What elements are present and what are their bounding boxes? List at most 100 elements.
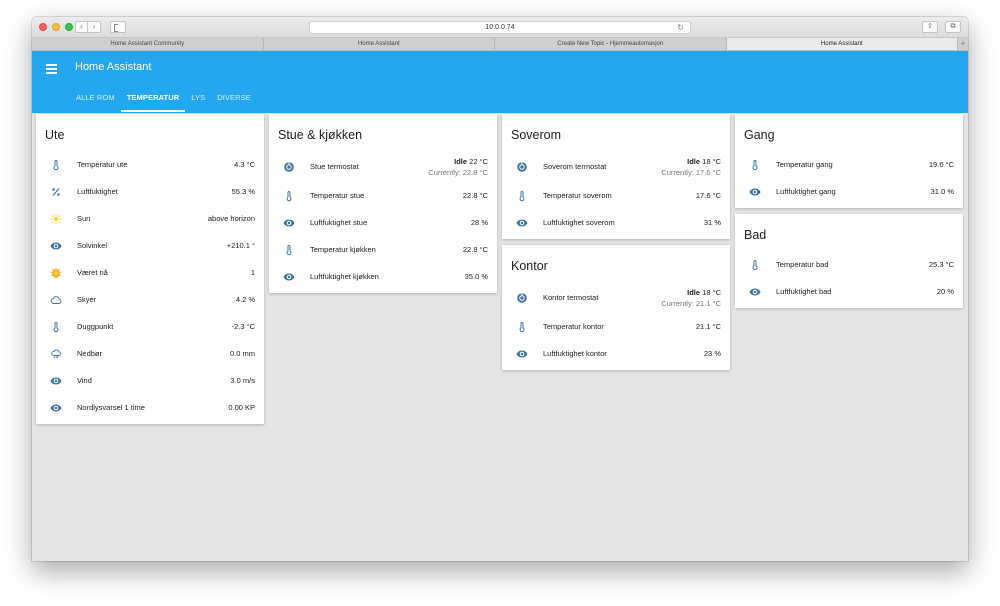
forward-button[interactable]: ›	[88, 21, 101, 33]
entity-label: Luftfuktighet kjøkken	[310, 272, 379, 281]
entity-label: Temperatur ute	[77, 160, 128, 169]
entity-value: 35.0 %	[464, 272, 488, 281]
entity-row-luftfuktighet-soverom[interactable]: Luftfuktighet soverom 31 %	[502, 209, 730, 236]
entity-row-vind[interactable]: Vind 3.0 m/s	[36, 367, 264, 394]
tab-temperatur[interactable]: TEMPERATUR	[120, 93, 186, 112]
entity-value: +210.1 °	[226, 241, 255, 250]
entity-label: Luftfuktighet soverom	[543, 218, 615, 227]
column-4: Gang Temperatur gang 19.6 °C Luftfuktighet …	[735, 114, 963, 314]
thermostat-row[interactable]: Stue termostat Idle 22 °C Currently: 22.8 …	[269, 151, 497, 182]
back-button[interactable]: ‹	[75, 21, 88, 33]
tab-lys[interactable]: LYS	[185, 93, 211, 112]
thermostat-target: 18 °C	[702, 156, 721, 166]
percent-icon	[50, 186, 62, 198]
eye-icon	[749, 186, 761, 198]
cloud-icon	[50, 294, 62, 306]
new-tab-button[interactable]: +	[958, 38, 968, 50]
entity-row-luftfuktighet[interactable]: Luftfuktighet 55.3 %	[36, 178, 264, 205]
entity-label: Stue termostat	[310, 162, 359, 171]
eye-icon	[50, 375, 62, 387]
browser-tab[interactable]: Create New Topic - Hjemmeautomasjon	[495, 38, 727, 50]
entity-value: 25.3 °C	[928, 260, 954, 269]
url-text: 10.0.0.74	[485, 24, 515, 31]
entity-label: Vind	[77, 376, 92, 385]
thermometer-icon	[749, 259, 761, 271]
entity-row-sun[interactable]: Sun above horizon	[36, 205, 264, 232]
show-tabs-button[interactable]: ⧉	[945, 21, 961, 33]
entity-row-temperatur-stue[interactable]: Temperatur stue 22.8 °C	[269, 182, 497, 209]
thermostat-target: 22 °C	[469, 156, 488, 166]
column-2: Stue & kjøkken Stue termostat Idle 22 °C Cu…	[269, 114, 497, 299]
entity-label: Luftfuktighet	[77, 187, 118, 196]
browser-tab[interactable]: Home Assistant Community	[32, 38, 264, 50]
page-title: Home Assistant	[75, 61, 152, 73]
entity-row-skyer[interactable]: Skyer 4.2 %	[36, 286, 264, 313]
thermostat-target: 18 °C	[702, 287, 721, 297]
thermostat-row[interactable]: Soverom termostat Idle 18 °C Currently: 17…	[502, 151, 730, 182]
eye-icon	[283, 217, 295, 229]
entity-label: Duggpunkt	[77, 322, 114, 331]
entity-label: Temperatur stue	[310, 191, 365, 200]
entity-label: Solvinkel	[77, 241, 108, 250]
thermometer-icon	[516, 190, 528, 202]
entity-row-luftfuktighet-bad[interactable]: Luftfuktighet bad 20 %	[735, 278, 963, 305]
app-header: Home Assistant ALLE ROM TEMPERATUR LYS D…	[32, 51, 968, 113]
entity-row-nordlysvarsel-1-time[interactable]: Nordlysvarsel 1 time 0.00 KP	[36, 394, 264, 421]
entity-value: 31 %	[703, 218, 721, 227]
entity-label: Temperatur bad	[776, 260, 829, 269]
tab-alle-rom[interactable]: ALLE ROM	[70, 93, 121, 112]
minimize-window-button[interactable]	[52, 23, 60, 31]
entity-label: Luftfuktighet gang	[776, 187, 836, 196]
entity-value: 22.8 °C	[462, 191, 488, 200]
entity-value: -2.3 °C	[231, 322, 255, 331]
entity-label: Sun	[77, 214, 91, 223]
entity-label: Temperatur soverom	[543, 191, 612, 200]
column-1: Ute Temperatur ute 4.3 °C Luftfuktighet 55.3…	[36, 114, 264, 430]
thermostat-row[interactable]: Kontor termostat Idle 18 °C Currently: 21.…	[502, 282, 730, 313]
tab-diverse[interactable]: DIVERSE	[211, 93, 257, 112]
entity-row-luftfuktighet-kj-kken[interactable]: Luftfuktighet kjøkken 35.0 %	[269, 263, 497, 290]
entity-label: Nedbør	[77, 349, 103, 358]
entity-row-solvinkel[interactable]: Solvinkel +210.1 °	[36, 232, 264, 259]
entity-label: Luftfuktighet kontor	[543, 349, 607, 358]
close-window-button[interactable]	[39, 23, 47, 31]
entity-value: above horizon	[207, 214, 255, 223]
thermometer-icon	[50, 159, 62, 171]
entity-row-luftfuktighet-kontor[interactable]: Luftfuktighet kontor 23 %	[502, 340, 730, 367]
entity-row-v-ret-n[interactable]: Været nå 1	[36, 259, 264, 286]
entity-row-temperatur-kj-kken[interactable]: Temperatur kjøkken 22.8 °C	[269, 236, 497, 263]
title-bar: ‹ › 10.0.0.74 ↻ ⇧ ⧉	[32, 17, 968, 38]
entity-row-luftfuktighet-stue[interactable]: Luftfuktighet stue 28 %	[269, 209, 497, 236]
entity-value: 23 %	[703, 349, 721, 358]
entity-row-duggpunkt[interactable]: Duggpunkt -2.3 °C	[36, 313, 264, 340]
entity-label: Skyer	[77, 295, 97, 304]
card-title: Ute	[45, 128, 65, 142]
entity-row-temperatur-gang[interactable]: Temperatur gang 19.6 °C	[735, 151, 963, 178]
entity-value: 20 %	[936, 287, 954, 296]
reload-icon[interactable]: ↻	[677, 22, 684, 34]
entity-row-luftfuktighet-gang[interactable]: Luftfuktighet gang 31.0 %	[735, 178, 963, 205]
dashboard-content: Ute Temperatur ute 4.3 °C Luftfuktighet 55.3…	[32, 114, 968, 561]
browser-tab[interactable]: Home Assistant	[264, 38, 495, 50]
entity-label: Luftfuktighet stue	[310, 218, 368, 227]
zoom-window-button[interactable]	[65, 23, 73, 31]
eye-icon	[749, 286, 761, 298]
entity-value: 21.1 °C	[695, 322, 721, 331]
eye-icon	[283, 271, 295, 283]
address-bar[interactable]: 10.0.0.74 ↻	[309, 21, 691, 34]
entity-row-temperatur-ute[interactable]: Temperatur ute 4.3 °C	[36, 151, 264, 178]
rain-icon	[50, 348, 62, 360]
eye-icon	[516, 217, 528, 229]
thermostat-current: Currently: 21.1 °C	[661, 298, 721, 308]
entity-value: 55.3 %	[231, 187, 255, 196]
browser-tab-active[interactable]: Home Assistant	[726, 38, 958, 50]
entity-label: Temperatur kjøkken	[310, 245, 376, 254]
entity-row-nedb-r[interactable]: Nedbør 0.0 mm	[36, 340, 264, 367]
share-button[interactable]: ⇧	[922, 21, 938, 33]
entity-row-temperatur-kontor[interactable]: Temperatur kontor 21.1 °C	[502, 313, 730, 340]
thermometer-icon	[283, 190, 295, 202]
entity-row-temperatur-soverom[interactable]: Temperatur soverom 17.6 °C	[502, 182, 730, 209]
menu-icon[interactable]	[46, 64, 57, 76]
entity-row-temperatur-bad[interactable]: Temperatur bad 25.3 °C	[735, 251, 963, 278]
sidebar-toggle-button[interactable]	[110, 21, 126, 33]
